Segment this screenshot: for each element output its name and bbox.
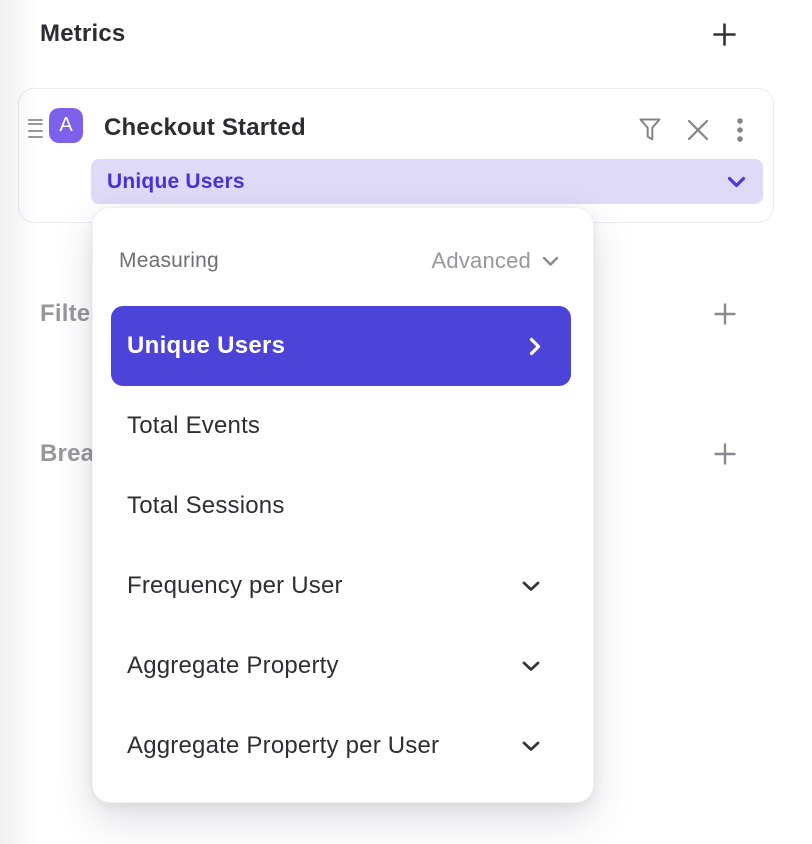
chevron-down-icon [727,176,746,188]
add-filter-button[interactable] [710,299,740,329]
menu-item-aggregate-property-per-user[interactable]: Aggregate Property per User [93,706,593,786]
plus-icon [711,21,738,48]
close-icon [685,117,711,143]
menu-item-total-sessions[interactable]: Total Sessions [93,466,593,546]
chevron-down-icon [522,661,540,672]
funnel-icon [637,116,663,144]
metric-card: A Checkout Started [18,88,774,223]
menu-item-frequency-per-user[interactable]: Frequency per User [93,546,593,626]
drag-handle[interactable] [26,112,45,127]
measurement-dropdown-trigger[interactable]: Unique Users [91,159,763,204]
chevron-right-icon [529,337,541,356]
measuring-dropdown-menu: Measuring Advanced Unique Users Total Ev… [92,207,594,803]
menu-item-label: Frequency per User [127,572,343,600]
page-title: Metrics [40,20,125,48]
measuring-header-row: Measuring Advanced [119,241,559,281]
menu-item-aggregate-property[interactable]: Aggregate Property [93,626,593,706]
menu-item-unique-users[interactable]: Unique Users [111,306,571,386]
plus-icon [712,301,738,327]
kebab-menu-icon [733,116,747,144]
filter-metric-button[interactable] [635,114,665,146]
advanced-mode-label: Advanced [432,248,531,274]
plus-icon [712,441,738,467]
chevron-down-icon [522,581,540,592]
menu-item-label: Aggregate Property [127,652,339,680]
add-breakdown-button[interactable] [710,439,740,469]
chevron-down-icon [542,256,559,267]
remove-metric-button[interactable] [683,115,713,145]
menu-item-label: Total Sessions [127,492,285,520]
drag-handle-icon [28,119,43,121]
menu-item-label: Unique Users [127,332,285,360]
advanced-mode-toggle[interactable]: Advanced [432,248,559,274]
menu-item-label: Aggregate Property per User [127,732,439,760]
metrics-panel: Metrics Filters Breakdowns [0,0,812,844]
event-name[interactable]: Checkout Started [104,114,306,142]
more-options-button[interactable] [731,114,749,146]
chevron-down-icon [522,741,540,752]
metrics-header: Metrics [40,16,740,52]
menu-item-total-events[interactable]: Total Events [93,386,593,466]
measuring-label: Measuring [119,249,219,273]
menu-item-label: Total Events [127,412,260,440]
measurement-value: Unique Users [107,170,245,194]
metric-card-actions [635,114,749,146]
add-metric-button[interactable] [709,19,740,50]
metric-series-badge[interactable]: A [49,108,83,143]
